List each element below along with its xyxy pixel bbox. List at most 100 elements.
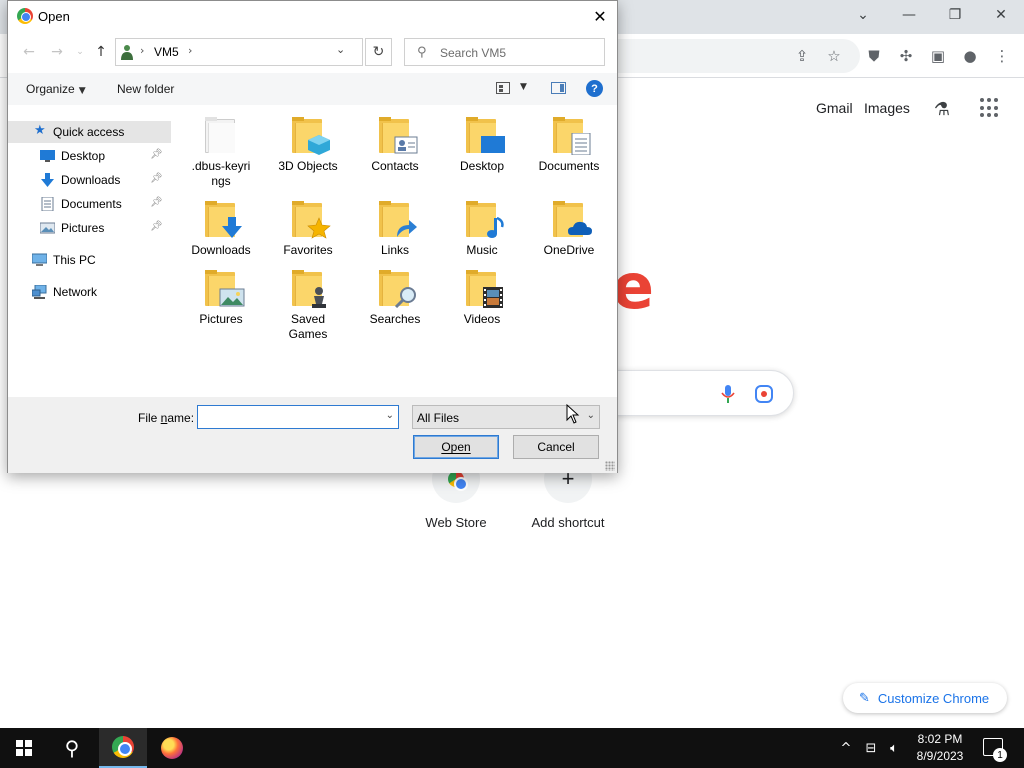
volume-icon[interactable]: 🔈︎: [884, 728, 904, 768]
open-file-dialog: Open ✕ ← → ⌄ ↑ › VM5 › ⌄ ↻ ⚲ Search VM5 …: [7, 0, 618, 473]
show-hidden-icons-chevron-icon[interactable]: ^: [838, 728, 854, 768]
file-item-downloads[interactable]: Downloads: [178, 201, 264, 258]
file-item-music[interactable]: Music: [439, 201, 525, 258]
new-folder-button[interactable]: New folder: [117, 82, 174, 96]
desktop-icon: [40, 150, 55, 162]
back-arrow-icon[interactable]: ←: [20, 43, 38, 61]
breadcrumb-vm5[interactable]: VM5: [154, 45, 179, 59]
computer-icon: [32, 253, 47, 266]
gmail-link[interactable]: Gmail: [816, 100, 853, 116]
start-button[interactable]: [0, 728, 48, 768]
minimize-button[interactable]: —: [886, 4, 932, 26]
ublock-extension-icon[interactable]: ⛊: [862, 44, 886, 68]
clock[interactable]: 8:02 PM 8/9/2023: [905, 731, 975, 765]
network-status-icon[interactable]: ⊟: [861, 728, 881, 768]
pin-icon[interactable]: 📌︎: [150, 197, 163, 208]
preview-pane-icon[interactable]: [551, 82, 566, 94]
voice-search-icon[interactable]: [721, 385, 735, 403]
download-arrow-icon: [41, 173, 54, 187]
file-item-3d-objects[interactable]: 3D Objects: [265, 117, 351, 174]
address-bar[interactable]: › VM5 › ⌄: [115, 38, 363, 66]
customize-chrome-button[interactable]: ✎ Customize Chrome: [843, 683, 1007, 713]
nav-item-quick-access[interactable]: ★ Quick access: [8, 121, 171, 143]
nav-item-documents[interactable]: Documents 📌︎: [8, 193, 171, 215]
file-item-saved-games[interactable]: Saved Games: [265, 270, 351, 342]
file-item-dbus-keyrings[interactable]: .dbus-keyri ngs: [178, 117, 264, 189]
taskbar: ⚲ ^ ⊟ 🔈︎ 8:02 PM 8/9/2023 1: [0, 728, 1024, 768]
lens-search-icon[interactable]: [755, 385, 773, 403]
view-options-caret-icon[interactable]: ▼: [520, 82, 527, 92]
restore-button[interactable]: ❐: [932, 4, 978, 26]
file-name-input[interactable]: ⌄: [197, 405, 399, 429]
images-link[interactable]: Images: [864, 100, 910, 116]
file-item-searches[interactable]: Searches: [352, 270, 438, 327]
taskbar-firefox[interactable]: [148, 728, 196, 768]
nav-item-downloads[interactable]: Downloads 📌︎: [8, 169, 171, 191]
recent-locations-chevron-icon[interactable]: ⌄: [71, 43, 89, 61]
file-item-links[interactable]: Links: [352, 201, 438, 258]
help-icon[interactable]: ?: [586, 80, 603, 97]
bookmark-star-icon[interactable]: ☆: [822, 44, 846, 68]
search-placeholder: Search VM5: [440, 46, 507, 60]
breadcrumb-separator-icon[interactable]: ›: [188, 44, 192, 57]
share-icon[interactable]: ⇪: [790, 44, 814, 68]
profile-avatar-icon[interactable]: ●: [958, 44, 982, 68]
extensions-puzzle-icon[interactable]: ✣: [894, 44, 918, 68]
dialog-title-bar[interactable]: Open ✕: [8, 1, 617, 32]
customize-chrome-label: Customize Chrome: [877, 690, 990, 706]
file-item-pictures[interactable]: Pictures: [178, 270, 264, 327]
close-window-button[interactable]: ✕: [978, 4, 1024, 26]
folder-plain-icon: [205, 117, 237, 153]
pencil-icon: ✎: [859, 690, 870, 706]
user-folder-icon: [121, 45, 133, 60]
file-item-videos[interactable]: Videos: [439, 270, 525, 327]
file-name-dropdown-icon[interactable]: ⌄: [386, 410, 394, 421]
file-type-dropdown-icon: ⌄: [586, 410, 595, 421]
nav-item-label: Network: [53, 285, 98, 299]
nav-item-label: Desktop: [61, 149, 106, 163]
nav-item-this-pc[interactable]: This PC: [8, 249, 171, 271]
search-input[interactable]: ⚲ Search VM5: [404, 38, 605, 66]
file-item-label: Contacts: [371, 159, 419, 173]
file-item-label: 3D Objects: [278, 159, 338, 173]
dialog-close-button[interactable]: ✕: [588, 5, 612, 27]
resize-grip[interactable]: [605, 461, 615, 471]
file-item-documents[interactable]: Documents: [526, 117, 612, 174]
folder-videos-icon: [466, 270, 503, 308]
taskbar-search-icon[interactable]: ⚲: [48, 728, 96, 768]
file-item-contacts[interactable]: Contacts: [352, 117, 438, 174]
file-item-favorites[interactable]: Favorites: [265, 201, 351, 258]
clock-time: 8:02 PM: [917, 732, 963, 746]
file-item-desktop[interactable]: Desktop: [439, 117, 525, 174]
open-button[interactable]: Open: [413, 435, 499, 459]
windows-logo-icon: [16, 740, 32, 756]
chrome-menu-icon[interactable]: ⋮: [990, 44, 1014, 68]
organize-menu[interactable]: Organize ▼: [26, 82, 86, 96]
pin-icon[interactable]: 📌︎: [150, 173, 163, 184]
nav-item-desktop[interactable]: Desktop 📌︎: [8, 145, 171, 167]
address-dropdown-chevron-icon[interactable]: ⌄: [336, 43, 345, 56]
labs-flask-icon[interactable]: ⚗: [930, 97, 954, 121]
pin-icon[interactable]: 📌︎: [150, 149, 163, 160]
side-panel-icon[interactable]: ▣: [926, 44, 950, 68]
pin-icon[interactable]: 📌︎: [150, 221, 163, 232]
file-item-label: Links: [380, 243, 409, 257]
cancel-button[interactable]: Cancel: [513, 435, 599, 459]
file-item-label: OneDrive: [543, 243, 595, 257]
refresh-button[interactable]: ↻: [365, 38, 392, 66]
file-item-onedrive[interactable]: OneDrive: [526, 201, 612, 258]
forward-arrow-icon[interactable]: →: [48, 43, 66, 61]
file-item-label: Desktop: [459, 159, 505, 173]
tab-search-chevron-icon[interactable]: ⌄: [840, 4, 886, 26]
google-logo: e: [612, 250, 655, 323]
nav-item-pictures[interactable]: Pictures 📌︎: [8, 217, 171, 239]
folder-contacts-icon: [379, 117, 418, 154]
navigation-pane: ★ Quick access Desktop 📌︎ Downloads 📌︎ D…: [8, 105, 171, 397]
taskbar-chrome[interactable]: [99, 728, 147, 768]
dialog-footer: File name: ⌄ All Files ⌄ Open Cancel: [8, 397, 617, 473]
google-apps-icon[interactable]: [980, 98, 1000, 118]
nav-item-network[interactable]: Network: [8, 281, 171, 303]
change-view-icon[interactable]: [496, 82, 510, 94]
up-arrow-icon[interactable]: ↑: [92, 43, 110, 61]
dialog-title: Open: [38, 9, 70, 24]
